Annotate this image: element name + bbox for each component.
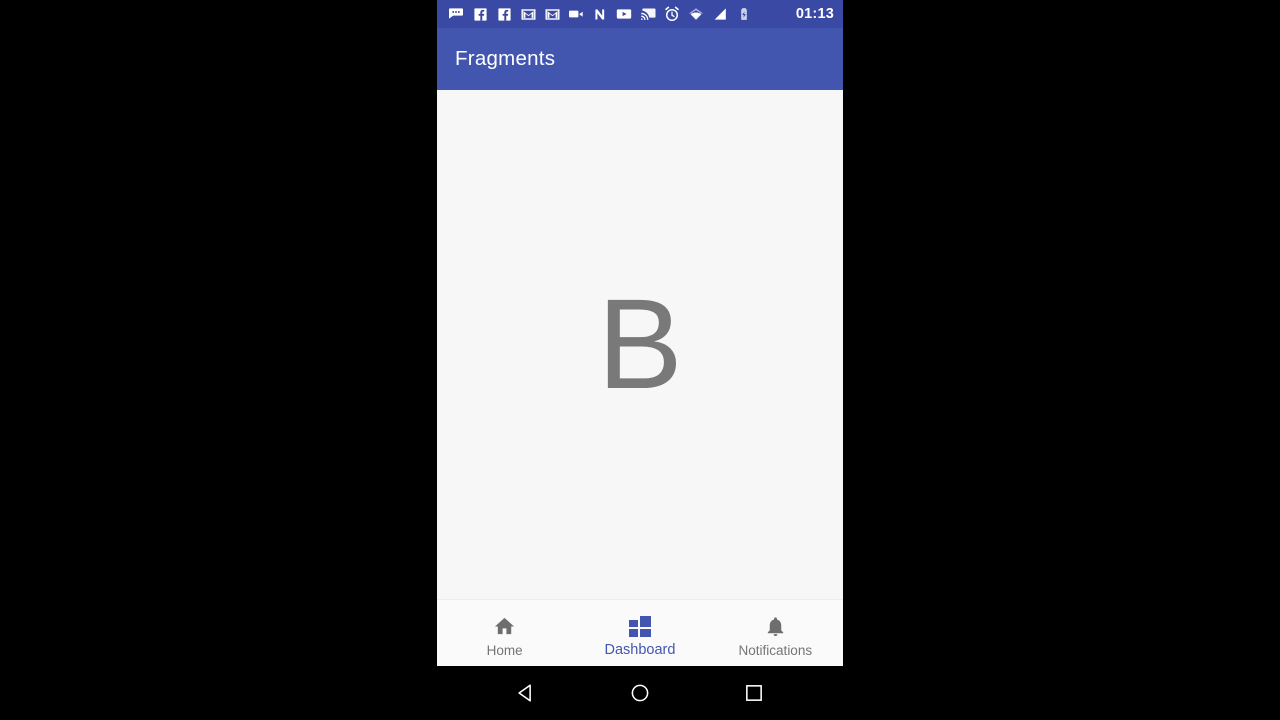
messages-icon bbox=[448, 6, 464, 22]
bottom-nav-item-home[interactable]: Home bbox=[437, 600, 572, 666]
bottom-nav-label-home: Home bbox=[486, 642, 523, 658]
nova-launcher-icon bbox=[592, 6, 608, 22]
android-system-navigation-bar bbox=[437, 666, 843, 720]
letterbox-left bbox=[0, 0, 437, 720]
facebook-icon-2 bbox=[496, 6, 512, 22]
bottom-nav-item-notifications[interactable]: Notifications bbox=[708, 600, 843, 666]
battery-charging-icon bbox=[736, 6, 752, 22]
triangle-left-icon bbox=[515, 682, 537, 704]
status-bar[interactable]: 01:13 bbox=[437, 0, 843, 28]
cast-icon bbox=[640, 6, 656, 22]
home-button[interactable] bbox=[619, 672, 661, 714]
home-icon bbox=[493, 615, 517, 639]
status-bar-icon-tray bbox=[448, 6, 796, 22]
bottom-nav-item-dashboard[interactable]: Dashboard bbox=[572, 600, 707, 666]
square-icon bbox=[743, 682, 765, 704]
gmail-icon-2 bbox=[544, 6, 560, 22]
back-button[interactable] bbox=[505, 672, 547, 714]
bottom-nav-label-notifications: Notifications bbox=[738, 642, 813, 658]
cell-signal-icon bbox=[712, 6, 728, 22]
app-bar: Fragments bbox=[437, 28, 843, 90]
alarm-clock-icon bbox=[664, 6, 680, 22]
circle-icon bbox=[629, 682, 651, 704]
page-title: Fragments bbox=[455, 46, 556, 70]
letterbox-right bbox=[843, 0, 1280, 720]
screen-recording-canvas: 01:13 Fragments B Home Dashboard Notific… bbox=[0, 0, 1280, 720]
bell-icon bbox=[763, 615, 787, 639]
recents-button[interactable] bbox=[733, 672, 775, 714]
dashboard-grid-icon bbox=[628, 614, 652, 638]
youtube-icon bbox=[616, 6, 632, 22]
bottom-navigation-bar: Home Dashboard Notifications bbox=[437, 599, 843, 666]
wifi-icon bbox=[688, 6, 704, 22]
gmail-icon bbox=[520, 6, 536, 22]
phone-screen: 01:13 Fragments B Home Dashboard Notific… bbox=[437, 0, 843, 666]
fragment-letter-label: B bbox=[597, 272, 683, 416]
bottom-nav-label-dashboard: Dashboard bbox=[604, 642, 676, 659]
fragment-container: B bbox=[437, 90, 843, 599]
status-bar-clock: 01:13 bbox=[795, 5, 834, 22]
facebook-icon bbox=[472, 6, 488, 22]
video-camera-icon bbox=[568, 6, 584, 22]
